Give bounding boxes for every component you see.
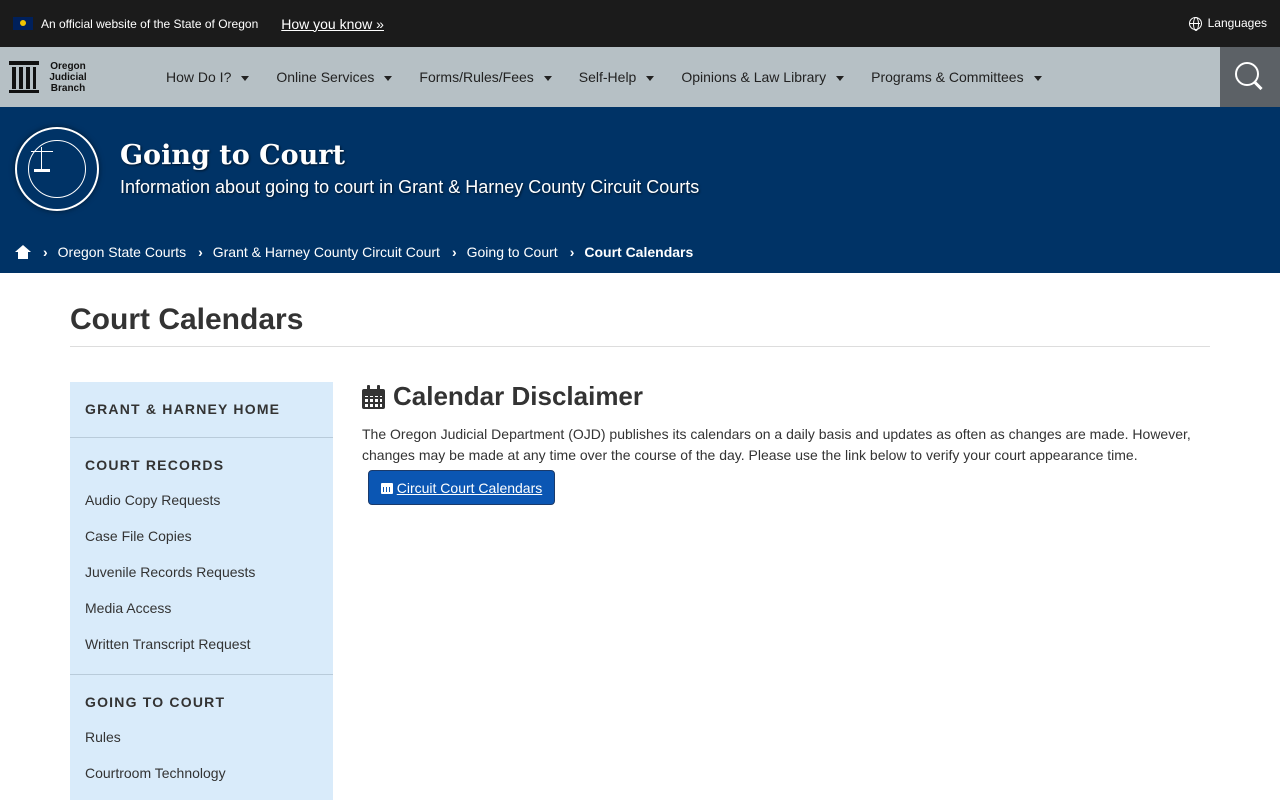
official-text: An official website of the State of Oreg… [41,16,259,31]
chevron-right-icon: › [569,244,575,260]
main-navbar: Oregon Judicial Branch How Do I? Online … [0,47,1280,107]
nav-item-programs-committees[interactable]: Programs & Committees [871,69,1042,85]
divider [70,346,1210,347]
nav-item-opinions-law-library[interactable]: Opinions & Law Library [681,69,845,85]
button-label: Circuit Court Calendars [396,479,543,496]
ojd-logo[interactable]: Oregon Judicial Branch [9,61,149,94]
sidebar: GRANT & HARNEY HOME COURT RECORDS Audio … [70,382,333,800]
sidebar-link-courtroom-technology[interactable]: Courtroom Technology [70,755,333,791]
calendar-icon [362,384,385,409]
sidebar-home-link[interactable]: GRANT & HARNEY HOME [70,382,333,438]
sidebar-link-case-file-copies[interactable]: Case File Copies [70,518,333,554]
nav-item-self-help[interactable]: Self-Help [579,69,655,85]
languages-label: Languages [1207,16,1267,30]
sidebar-section-court-records: COURT RECORDS Audio Copy Requests Case F… [70,438,333,675]
how-you-know-link[interactable]: How you know » [281,16,384,32]
disclaimer-text: The Oregon Judicial Department (OJD) pub… [362,426,1191,463]
caret-down-icon [241,75,250,81]
sidebar-link-media-access[interactable]: Media Access [70,590,333,626]
calendar-icon [380,481,393,494]
hero-subtitle: Information about going to court in Gran… [120,177,700,197]
sidebar-link-rules[interactable]: Rules [70,719,333,755]
search-button[interactable] [1220,47,1280,107]
caret-down-icon [543,75,552,81]
brand-text: Oregon Judicial Branch [49,60,87,94]
sidebar-section-going-to-court: GOING TO COURT Rules Courtroom Technolog… [70,675,333,803]
nav-item-online-services[interactable]: Online Services [276,69,393,85]
nav-item-how-do-i[interactable]: How Do I? [166,69,250,85]
languages-button[interactable]: Languages [1188,16,1267,31]
breadcrumb-oregon-state-courts[interactable]: Oregon State Courts [58,244,186,260]
chevron-right-icon: › [198,244,203,260]
breadcrumb-going-to-court[interactable]: Going to Court [467,244,558,260]
chevron-right-icon: › [451,244,457,260]
sidebar-link-written-transcript[interactable]: Written Transcript Request [70,626,333,662]
official-banner: An official website of the State of Oreg… [0,0,1280,47]
pillar-icon [9,61,39,93]
disclaimer-title: Calendar Disclaimer [393,381,644,411]
sidebar-link-juvenile-records[interactable]: Juvenile Records Requests [70,554,333,590]
breadcrumb: › Oregon State Courts › Grant & Harney C… [15,244,693,260]
page-title: Court Calendars [70,303,304,336]
disclaimer-heading: Calendar Disclaimer [362,381,643,412]
sidebar-link-audio-copy[interactable]: Audio Copy Requests [70,482,333,518]
oregon-flag-icon [13,17,33,30]
caret-down-icon [1033,75,1042,81]
circuit-court-calendars-button[interactable]: Circuit Court Calendars [368,470,555,505]
breadcrumb-grant-harney[interactable]: Grant & Harney County Circuit Court [213,244,440,260]
home-icon[interactable] [15,245,31,259]
caret-down-icon [646,75,655,81]
caret-down-icon [836,75,845,81]
nav-menu: How Do I? Online Services Forms/Rules/Fe… [166,69,1069,85]
chevron-right-icon: › [43,244,48,260]
caret-down-icon [384,75,393,81]
judicial-seal-icon [15,127,99,211]
breadcrumb-current: Court Calendars [584,244,694,260]
hero-banner: Going to Court Information about going t… [0,107,1280,273]
globe-icon [1188,16,1202,31]
hero-title: Going to Court [120,140,345,171]
nav-item-forms-rules-fees[interactable]: Forms/Rules/Fees [419,69,552,85]
